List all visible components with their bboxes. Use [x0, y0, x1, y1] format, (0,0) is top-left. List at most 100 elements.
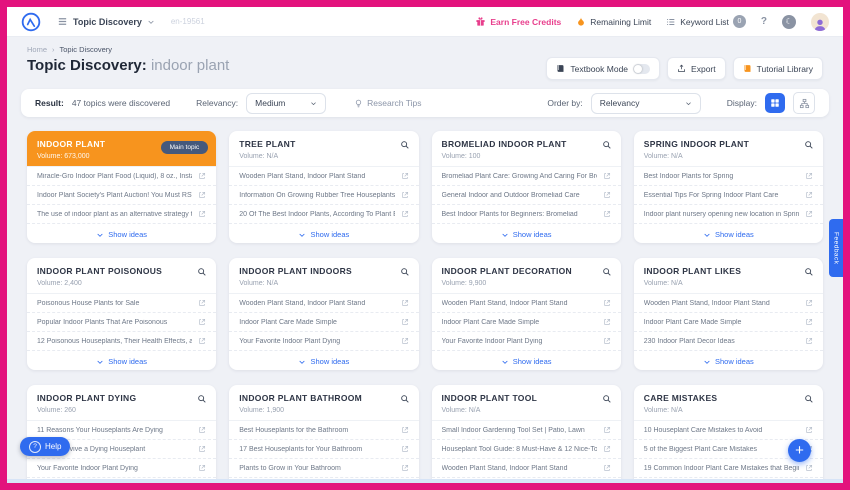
breadcrumb-home[interactable]: Home — [27, 45, 47, 54]
search-icon[interactable] — [602, 394, 612, 404]
external-link-icon[interactable] — [198, 337, 206, 345]
idea-row[interactable]: Popular Indoor Plants That Are Poisonous — [27, 313, 217, 332]
idea-row[interactable]: Bromeliad Plant Care: Growing And Caring… — [431, 167, 621, 186]
idea-row[interactable]: Wooden Plant Stand, Indoor Plant Stand — [229, 167, 419, 186]
tree-view-button[interactable] — [793, 92, 815, 114]
external-link-icon[interactable] — [603, 210, 611, 218]
external-link-icon[interactable] — [198, 464, 206, 472]
idea-row[interactable]: Essential Tips For Spring Indoor Plant C… — [633, 186, 823, 205]
external-link-icon[interactable] — [805, 191, 813, 199]
external-link-icon[interactable] — [805, 337, 813, 345]
idea-row[interactable]: Best Indoor Plants for Spring — [633, 167, 823, 186]
section-switcher[interactable]: Topic Discovery — [57, 16, 155, 27]
external-link-icon[interactable] — [198, 210, 206, 218]
search-icon[interactable] — [400, 267, 410, 277]
idea-row[interactable]: Indoor Plant Society's Plant Auction! Yo… — [27, 186, 217, 205]
textbook-mode-switch[interactable] — [633, 63, 651, 74]
textbook-mode-toggle[interactable]: Textbook Mode — [546, 57, 661, 80]
external-link-icon[interactable] — [401, 464, 409, 472]
external-link-icon[interactable] — [603, 172, 611, 180]
external-link-icon[interactable] — [603, 426, 611, 434]
show-ideas-link[interactable]: Show ideas — [432, 224, 621, 243]
external-link-icon[interactable] — [603, 191, 611, 199]
idea-row[interactable]: Indoor Plant Care Made Simple — [431, 313, 621, 332]
show-ideas-link[interactable]: Show ideas — [27, 224, 216, 243]
idea-row[interactable]: General Indoor and Outdoor Bromeliad Car… — [431, 186, 621, 205]
search-icon[interactable] — [602, 267, 612, 277]
horizontal-scrollbar[interactable] — [7, 479, 843, 483]
show-ideas-link[interactable]: Show ideas — [432, 351, 621, 370]
show-ideas-link[interactable]: Show ideas — [27, 351, 216, 370]
external-link-icon[interactable] — [198, 318, 206, 326]
idea-row[interactable]: Your Favorite Indoor Plant Dying — [431, 332, 621, 351]
idea-row[interactable]: Your Favorite Indoor Plant Dying — [229, 332, 419, 351]
external-link-icon[interactable] — [401, 191, 409, 199]
export-button[interactable]: Export — [667, 57, 726, 80]
tutorial-library-button[interactable]: Tutorial Library — [732, 57, 823, 80]
idea-row[interactable]: Indoor Plant Care Made Simple — [633, 313, 823, 332]
idea-row[interactable]: Small Indoor Gardening Tool Set | Patio,… — [431, 421, 621, 440]
external-link-icon[interactable] — [198, 299, 206, 307]
earn-credits-link[interactable]: Earn Free Credits — [475, 16, 561, 27]
add-topic-button[interactable]: + — [788, 439, 811, 462]
search-icon[interactable] — [804, 267, 814, 277]
idea-row[interactable]: Your Favorite Indoor Plant Dying — [27, 459, 217, 478]
external-link-icon[interactable] — [805, 426, 813, 434]
keyword-list-link[interactable]: Keyword List 0 — [666, 15, 746, 28]
research-tips-link[interactable]: Research Tips — [354, 98, 422, 108]
show-ideas-link[interactable]: Show ideas — [634, 224, 823, 243]
show-ideas-link[interactable]: Show ideas — [229, 224, 418, 243]
external-link-icon[interactable] — [603, 337, 611, 345]
search-icon[interactable] — [602, 140, 612, 150]
main-topic-badge[interactable]: Main topic — [160, 141, 209, 154]
idea-row[interactable]: Plants to Grow in Your Bathroom — [229, 459, 419, 478]
idea-row[interactable]: 230 Indoor Plant Decor Ideas — [633, 332, 823, 351]
external-link-icon[interactable] — [603, 445, 611, 453]
idea-row[interactable]: Indoor Plant Care Made Simple — [229, 313, 419, 332]
external-link-icon[interactable] — [198, 426, 206, 434]
external-link-icon[interactable] — [805, 172, 813, 180]
external-link-icon[interactable] — [603, 318, 611, 326]
idea-row[interactable]: 10 Houseplant Care Mistakes to Avoid — [633, 421, 823, 440]
show-ideas-link[interactable]: Show ideas — [229, 351, 418, 370]
external-link-icon[interactable] — [401, 318, 409, 326]
external-link-icon[interactable] — [401, 299, 409, 307]
external-link-icon[interactable] — [401, 337, 409, 345]
external-link-icon[interactable] — [198, 172, 206, 180]
idea-row[interactable]: 19 Common Indoor Plant Care Mistakes tha… — [633, 459, 823, 478]
idea-row[interactable]: Wooden Plant Stand, Indoor Plant Stand — [633, 294, 823, 313]
app-logo-icon[interactable] — [21, 12, 41, 32]
order-by-select[interactable]: Relevancy — [590, 92, 701, 114]
external-link-icon[interactable] — [805, 318, 813, 326]
idea-row[interactable]: 12 Poisonous Houseplants, Their Health E… — [27, 332, 217, 351]
idea-row[interactable]: Best Houseplants for the Bathroom — [229, 421, 419, 440]
external-link-icon[interactable] — [198, 191, 206, 199]
external-link-icon[interactable] — [401, 426, 409, 434]
idea-row[interactable]: Information On Growing Rubber Tree House… — [229, 186, 419, 205]
idea-row[interactable]: The use of indoor plant as an alternativ… — [27, 205, 217, 224]
external-link-icon[interactable] — [805, 464, 813, 472]
search-icon[interactable] — [400, 394, 410, 404]
external-link-icon[interactable] — [198, 445, 206, 453]
external-link-icon[interactable] — [401, 210, 409, 218]
external-link-icon[interactable] — [401, 172, 409, 180]
user-avatar[interactable] — [811, 12, 829, 31]
relevancy-select[interactable]: Medium — [246, 92, 327, 114]
idea-row[interactable]: Poisonous House Plants for Sale — [27, 294, 217, 313]
help-question-icon[interactable]: ? — [761, 16, 767, 27]
external-link-icon[interactable] — [603, 464, 611, 472]
idea-row[interactable]: Wooden Plant Stand, Indoor Plant Stand — [431, 459, 621, 478]
idea-row[interactable]: 17 Best Houseplants for Your Bathroom — [229, 440, 419, 459]
idea-row[interactable]: Wooden Plant Stand, Indoor Plant Stand — [431, 294, 621, 313]
grid-view-button[interactable] — [765, 93, 785, 113]
theme-toggle-icon[interactable]: ☾ — [782, 14, 796, 29]
idea-row[interactable]: 20 Of The Best Indoor Plants, According … — [229, 205, 419, 224]
external-link-icon[interactable] — [603, 299, 611, 307]
search-icon[interactable] — [400, 140, 410, 150]
show-ideas-link[interactable]: Show ideas — [634, 351, 823, 370]
remaining-limit-link[interactable]: Remaining Limit — [576, 16, 651, 27]
idea-row[interactable]: Indoor plant nursery opening new locatio… — [633, 205, 823, 224]
feedback-tab[interactable]: Feedback — [829, 219, 843, 277]
search-icon[interactable] — [804, 394, 814, 404]
search-icon[interactable] — [804, 140, 814, 150]
